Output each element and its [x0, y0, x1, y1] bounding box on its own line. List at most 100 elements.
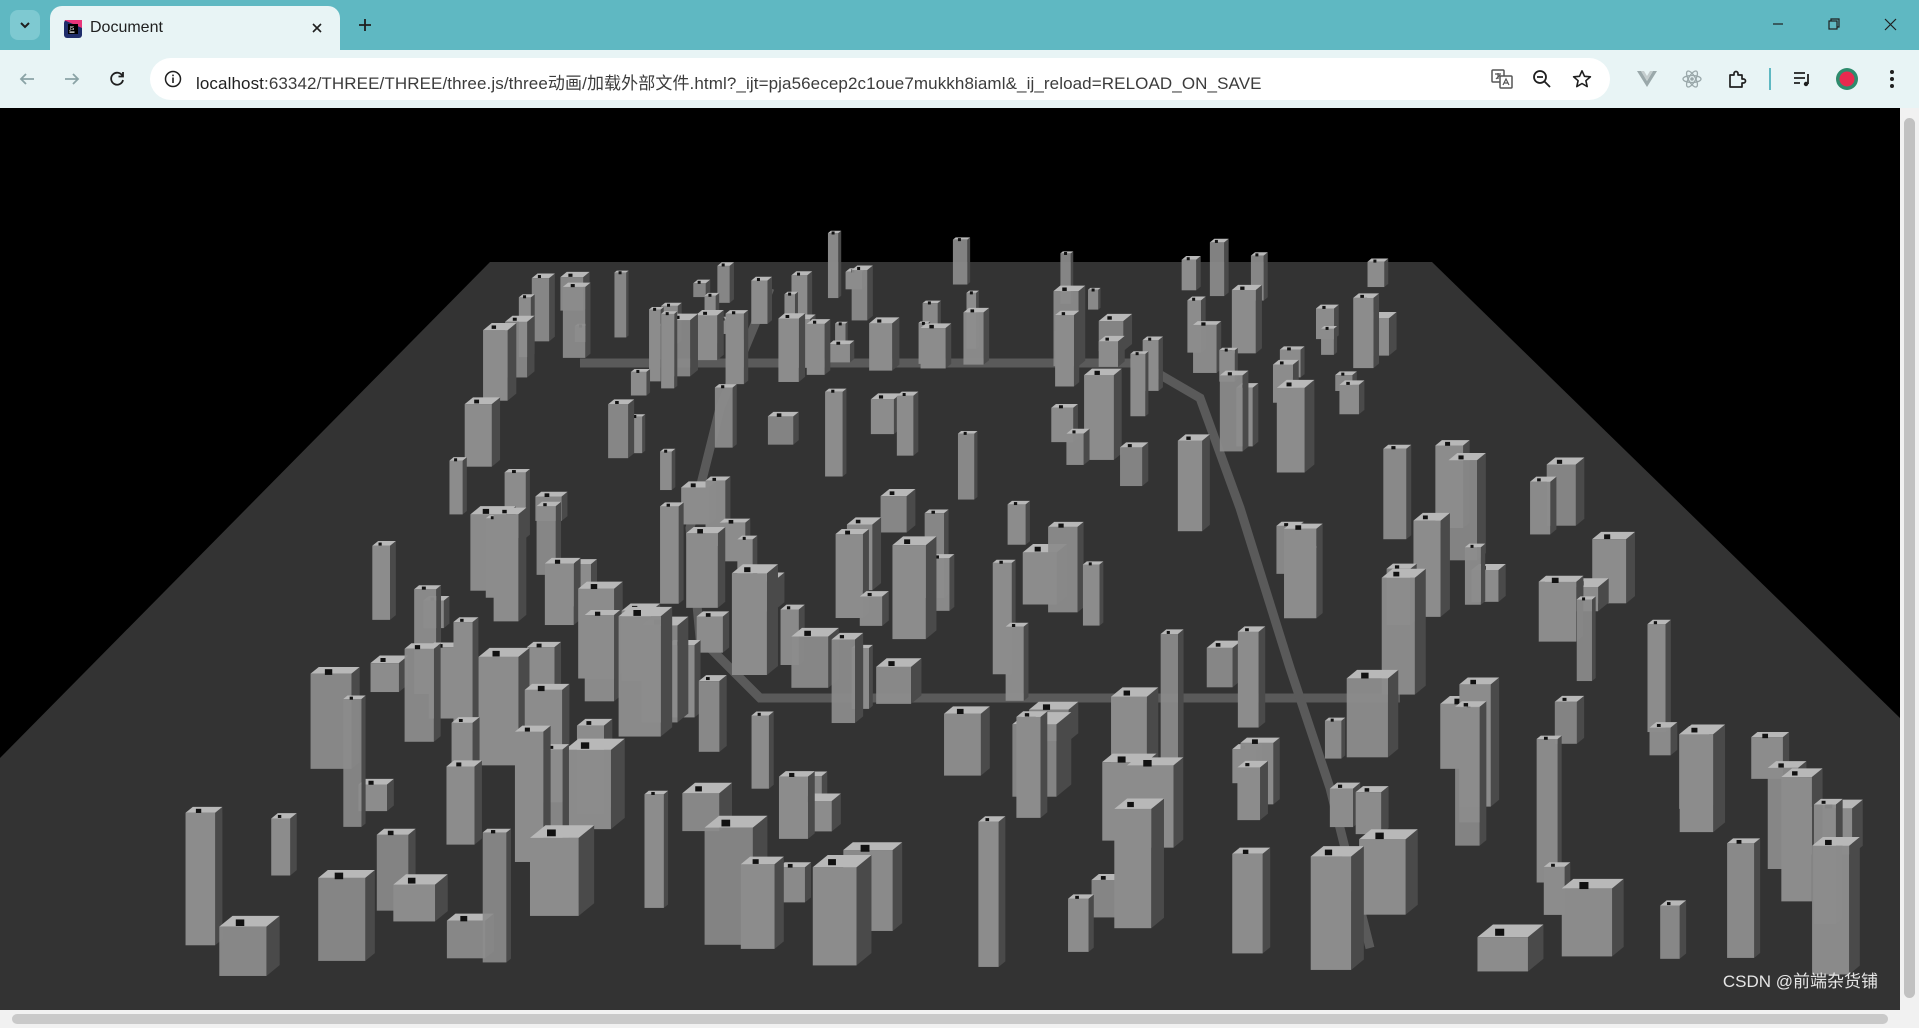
building-front — [952, 239, 968, 285]
building-side — [646, 368, 651, 396]
building-side — [474, 760, 482, 845]
building-roof-detail — [999, 560, 1003, 564]
building-roof-detail — [1346, 381, 1350, 385]
tab-close-button[interactable] — [306, 17, 328, 39]
building-front — [944, 713, 981, 776]
building-side — [585, 282, 591, 358]
address-bar[interactable]: localhost:63342/THREE/THREE/three.js/thr… — [150, 58, 1610, 100]
webstorm-icon: JS — [64, 20, 82, 38]
minimize-button[interactable] — [1750, 0, 1806, 48]
building-roof-detail — [490, 516, 494, 520]
vertical-scrollbar[interactable] — [1900, 108, 1919, 1010]
browser-menu-button[interactable] — [1877, 64, 1907, 94]
building-roof-detail — [492, 650, 500, 657]
building-front — [1310, 856, 1352, 970]
vertical-scroll-thumb[interactable] — [1904, 118, 1915, 998]
building-roof-detail — [1287, 347, 1291, 351]
building-side — [824, 319, 831, 375]
building-roof-detail — [957, 238, 961, 242]
profile-button[interactable] — [1832, 64, 1862, 94]
building-roof-detail — [1072, 430, 1076, 434]
building-side — [1373, 293, 1380, 369]
building-front — [1005, 626, 1024, 701]
back-button[interactable] — [12, 64, 42, 94]
horizontal-scroll-thumb[interactable] — [12, 1014, 1888, 1024]
building-side — [1679, 900, 1687, 959]
media-controls-button[interactable] — [1787, 64, 1817, 94]
react-devtools-extension[interactable] — [1677, 64, 1707, 94]
threejs-canvas[interactable] — [0, 108, 1900, 1010]
building-roof-detail — [1330, 718, 1334, 722]
building-roof-detail — [695, 786, 702, 792]
puzzle-icon — [1729, 70, 1747, 88]
reload-button[interactable] — [102, 64, 132, 94]
restore-button[interactable] — [1806, 0, 1862, 48]
extensions-button[interactable] — [1722, 64, 1752, 94]
building-roof-detail — [1107, 316, 1112, 320]
building-roof-detail — [1227, 372, 1232, 376]
active-tab[interactable]: JS Document — [50, 6, 340, 50]
building-side — [628, 399, 635, 459]
building-roof-detail — [1011, 623, 1016, 627]
translate-button[interactable] — [1490, 67, 1514, 91]
vue-devtools-extension[interactable] — [1632, 64, 1662, 94]
building-front — [1679, 734, 1714, 833]
building-front — [725, 313, 744, 385]
building-roof-detail — [1422, 515, 1428, 520]
building-roof-detail — [1224, 348, 1228, 352]
horizontal-scrollbar[interactable] — [0, 1010, 1900, 1028]
bookmark-button[interactable] — [1570, 67, 1594, 91]
building-roof-detail — [1127, 444, 1132, 448]
building-front — [825, 391, 843, 477]
building-roof-detail — [544, 493, 550, 498]
building-roof-detail — [1562, 697, 1567, 701]
url-text[interactable]: localhost:63342/THREE/THREE/three.js/thr… — [196, 69, 1262, 94]
building-side — [1713, 724, 1726, 833]
building-roof-detail — [712, 477, 717, 481]
building-side — [1099, 561, 1104, 626]
building-roof — [482, 828, 511, 833]
building-front — [693, 283, 706, 298]
building-roof-detail — [888, 661, 895, 667]
restore-icon — [1828, 18, 1840, 30]
building-side — [1300, 346, 1305, 378]
building-roof-detail — [1245, 628, 1249, 632]
close-window-button[interactable] — [1862, 0, 1918, 48]
zoom-button[interactable] — [1530, 67, 1554, 91]
building-front — [1231, 289, 1256, 354]
building-roof-detail — [1762, 733, 1769, 739]
tab-search-button[interactable] — [10, 10, 40, 40]
building-side — [856, 855, 872, 966]
info-icon — [164, 70, 182, 88]
building-front — [1237, 631, 1259, 728]
new-tab-button[interactable] — [352, 12, 378, 38]
building-roof-detail — [1117, 756, 1126, 763]
building-front — [876, 666, 912, 704]
building-front — [529, 837, 579, 916]
building-side — [872, 517, 882, 591]
building-roof-detail — [1537, 478, 1541, 482]
page-viewport[interactable]: CSDN @前端杂货铺 — [0, 108, 1900, 1010]
building-side — [980, 706, 990, 776]
forward-button[interactable] — [57, 64, 87, 94]
building-side — [578, 825, 595, 916]
building-front — [1355, 792, 1382, 835]
site-info-button[interactable] — [160, 66, 186, 92]
building-front — [526, 647, 555, 689]
building-roof-detail — [1556, 459, 1563, 464]
building-roof — [504, 468, 530, 473]
building-roof-detail — [523, 295, 527, 299]
building-front — [851, 269, 868, 321]
building-front — [1232, 853, 1263, 954]
building-front — [483, 330, 508, 401]
building-side — [1088, 894, 1094, 952]
building-roof-detail — [1325, 326, 1329, 330]
building-side — [215, 806, 223, 946]
building-front — [686, 533, 718, 608]
building-side — [882, 591, 889, 626]
building-roof-detail — [1024, 713, 1030, 717]
building-roof-detail — [708, 293, 712, 297]
building-roof-detail — [653, 307, 657, 311]
more-vertical-icon — [1890, 70, 1894, 88]
building-front — [1276, 387, 1305, 473]
